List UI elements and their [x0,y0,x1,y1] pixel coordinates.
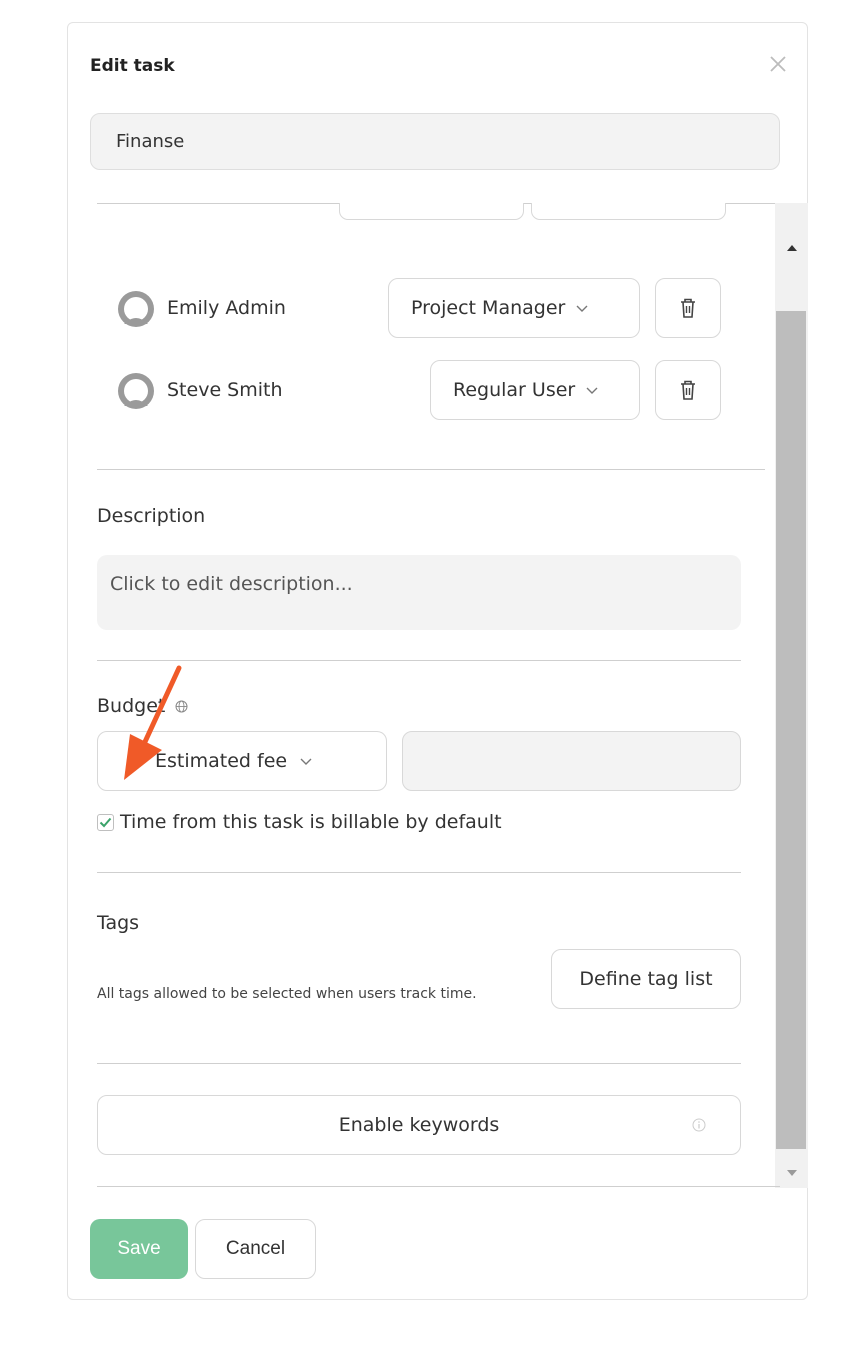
delete-member-button[interactable] [655,360,721,420]
cancel-button[interactable]: Cancel [195,1219,316,1279]
info-icon [692,1118,706,1132]
divider [97,469,765,470]
save-button[interactable]: Save [90,1219,188,1279]
dialog-title: Edit task [90,56,175,76]
description-editor[interactable]: Click to edit description... [97,555,741,630]
user-avatar-icon [118,291,154,327]
divider [97,1186,780,1187]
divider [97,660,741,661]
role-select-value: Regular User [453,379,576,401]
edit-task-dialog: Edit task Emily Admin Project Manager [67,22,808,1300]
close-icon[interactable] [766,54,790,78]
chevron-down-icon [586,387,598,394]
partial-button[interactable] [339,203,524,220]
trash-icon [681,298,695,318]
define-tag-list-button[interactable]: Define tag list [551,949,741,1009]
user-avatar-icon [118,373,154,409]
member-row: Steve Smith Regular User [117,360,727,420]
tags-help-text: All tags allowed to be selected when use… [97,986,477,1002]
enable-keywords-button[interactable]: Enable keywords [97,1095,741,1155]
chevron-down-icon [300,758,312,765]
scroll-down-arrow[interactable] [775,1158,808,1188]
role-select[interactable]: Regular User [430,360,640,420]
divider [97,1063,741,1064]
scroll-up-arrow[interactable] [775,233,808,263]
role-select-value: Project Manager [411,297,566,319]
partial-button[interactable] [531,203,726,220]
billable-label: Time from this task is billable by defau… [120,811,502,833]
billable-checkbox[interactable] [97,813,114,831]
scrollbar-thumb[interactable] [776,311,806,1149]
annotation-arrow [124,665,182,780]
tags-heading: Tags [97,912,140,934]
task-name-input[interactable] [90,113,780,170]
member-name: Steve Smith [167,379,283,401]
trash-icon [681,380,695,400]
chevron-down-icon [576,305,588,312]
delete-member-button[interactable] [655,278,721,338]
scrollbar[interactable] [775,203,808,1188]
divider [97,872,741,873]
checkmark-icon [99,817,112,827]
member-name: Emily Admin [167,297,286,319]
description-heading: Description [97,505,206,527]
budget-amount-input[interactable] [402,731,741,791]
enable-keywords-label: Enable keywords [338,1114,500,1136]
role-select[interactable]: Project Manager [388,278,640,338]
billable-checkbox-row: Time from this task is billable by defau… [97,811,502,833]
member-row: Emily Admin Project Manager [117,278,727,338]
